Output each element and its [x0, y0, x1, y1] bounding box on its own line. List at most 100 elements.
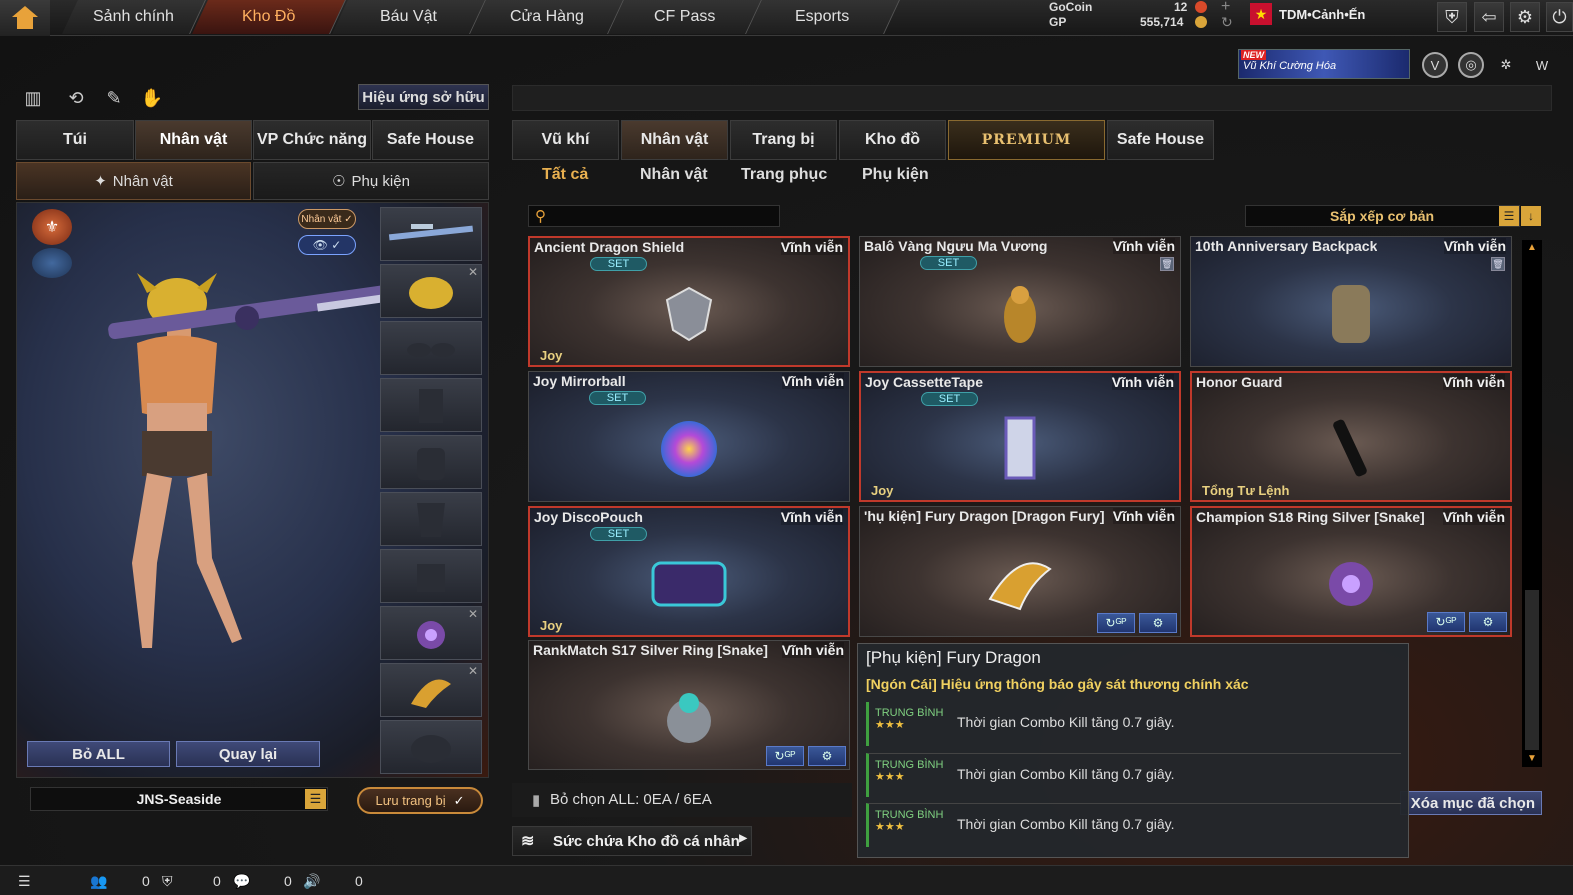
- preset-menu-icon[interactable]: ☰: [305, 789, 326, 809]
- clan-shield-icon[interactable]: ⛨: [162, 873, 173, 890]
- tab-premium[interactable]: PREMIUM: [948, 120, 1105, 160]
- subtab-outfits[interactable]: Trang phục: [741, 166, 827, 190]
- item-card[interactable]: Joy DiscoPouch Vĩnh viễn SET Joy: [528, 506, 850, 637]
- storage-capacity-button[interactable]: ≋ Sức chứa Kho đồ cá nhân ▶: [512, 826, 752, 856]
- tab-character[interactable]: Nhân vật: [135, 120, 252, 160]
- scroll-thumb[interactable]: [1525, 590, 1539, 750]
- slot-ring[interactable]: ✕: [380, 606, 482, 660]
- gp-refresh-button[interactable]: ↻ᴳᴾ: [1427, 612, 1465, 632]
- slot-empty[interactable]: [380, 720, 482, 774]
- delete-selected-button[interactable]: Xóa mục đã chọn: [1400, 791, 1542, 815]
- refresh-icon[interactable]: ↻: [1221, 14, 1233, 31]
- honor-guard-icon: [1333, 419, 1367, 477]
- slot-backpack[interactable]: [380, 435, 482, 489]
- character-edit-icon[interactable]: ✎: [101, 85, 127, 111]
- shield-icon[interactable]: ⛨: [1437, 2, 1467, 32]
- item-card[interactable]: 'hụ kiện] Fury Dragon [Dragon Fury] Vĩnh…: [859, 506, 1181, 637]
- tab-functional-items[interactable]: VP Chức năng: [253, 120, 371, 160]
- item-card[interactable]: Joy Mirrorball Vĩnh viễn SET: [528, 371, 850, 502]
- nav-tab-cf-pass[interactable]: CF Pass: [608, 0, 762, 34]
- wing-emblem-icon[interactable]: [32, 248, 72, 278]
- tab-equipment[interactable]: Trang bị: [730, 120, 837, 160]
- vip-icon[interactable]: V: [1422, 52, 1448, 78]
- subtab-accessory[interactable]: ☉ Phụ kiện: [253, 162, 489, 200]
- scroll-up-icon[interactable]: ▲: [1526, 242, 1538, 254]
- remove-icon[interactable]: ✕: [468, 607, 478, 621]
- tab-right-safe-house[interactable]: Safe House: [1107, 120, 1214, 160]
- eagle-emblem-icon[interactable]: ⚜: [32, 209, 72, 245]
- sort-list-icon[interactable]: ☰: [1499, 206, 1519, 226]
- power-icon[interactable]: ⏻: [1546, 2, 1573, 32]
- tab-character-items[interactable]: Nhân vật: [621, 120, 728, 160]
- scroll-down-icon[interactable]: ▼: [1526, 753, 1538, 765]
- back-button[interactable]: Quay lại: [176, 741, 320, 767]
- settings-button[interactable]: ⚙: [1139, 613, 1177, 633]
- nav-tab-lobby[interactable]: Sảnh chính: [62, 0, 206, 34]
- set-badge: SET: [590, 527, 647, 541]
- gear-icon[interactable]: ⚙: [1510, 2, 1540, 32]
- tooltip-title: [Phụ kiện] Fury Dragon: [866, 648, 1041, 667]
- exit-icon[interactable]: ⇦: [1474, 2, 1504, 32]
- history-icon[interactable]: ⟲: [63, 85, 89, 111]
- slot-thumb[interactable]: ✕: [380, 663, 482, 717]
- gp-refresh-button[interactable]: ↻ᴳᴾ: [766, 746, 804, 766]
- tab-storage[interactable]: Kho đồ: [839, 120, 946, 160]
- item-card[interactable]: Joy CassetteTape Vĩnh viễn SET Joy: [859, 371, 1181, 502]
- chat-icon[interactable]: 💬: [233, 873, 250, 890]
- remove-all-button[interactable]: Bỏ ALL: [27, 741, 170, 767]
- subtab-all[interactable]: Tất cả: [542, 166, 588, 190]
- remove-icon[interactable]: ✕: [468, 664, 478, 678]
- trash-icon[interactable]: 🗑: [1160, 257, 1174, 271]
- w-logo-icon[interactable]: W: [1529, 52, 1555, 78]
- search-input[interactable]: ⚲: [528, 205, 780, 227]
- nav-tab-treasure[interactable]: Báu Vật: [332, 0, 486, 34]
- save-loadout-button[interactable]: Lưu trang bị ✓: [357, 787, 483, 814]
- nav-tab-esports[interactable]: Esports: [746, 0, 900, 34]
- slot-vest[interactable]: [380, 378, 482, 432]
- promo-banner[interactable]: NEW Vũ Khí Cường Hóa: [1238, 49, 1410, 79]
- item-card[interactable]: Champion S18 Ring Silver [Snake] Vĩnh vi…: [1190, 506, 1512, 637]
- remove-icon[interactable]: ✕: [468, 265, 478, 279]
- eye-toggle-badge[interactable]: 👁 ✓: [298, 235, 356, 255]
- slot-helmet[interactable]: ✕: [380, 264, 482, 318]
- ownership-effect-button[interactable]: Hiệu ứng sở hữu: [358, 84, 489, 110]
- home-button[interactable]: [0, 0, 50, 36]
- user-name[interactable]: TDM•Cảnh•Ến: [1279, 7, 1365, 22]
- item-card[interactable]: Balô Vàng Ngưu Ma Vương Vĩnh viễn SET 🗑: [859, 236, 1181, 367]
- slot-glasses[interactable]: [380, 321, 482, 375]
- preset-name-field[interactable]: JNS-Seaside: [30, 787, 328, 811]
- gp-refresh-button[interactable]: ↻ᴳᴾ: [1097, 613, 1135, 633]
- set-badge: SET: [590, 257, 647, 271]
- expand-arrow-icon: ▶: [739, 833, 747, 844]
- globe-icon[interactable]: ◎: [1458, 52, 1484, 78]
- trash-icon[interactable]: 🗑: [1491, 257, 1505, 271]
- friends-icon[interactable]: 👥: [90, 873, 107, 890]
- tab-safe-house[interactable]: Safe House: [372, 120, 489, 160]
- slot-pants[interactable]: [380, 549, 482, 603]
- item-card[interactable]: Honor Guard Vĩnh viễn Tổng Tư Lệnh: [1190, 371, 1512, 502]
- sort-dropdown[interactable]: Sắp xếp cơ bản: [1245, 205, 1520, 227]
- items-scrollbar[interactable]: ▲ ▼: [1522, 240, 1542, 767]
- list-icon[interactable]: ☰: [18, 873, 31, 890]
- tab-weapons[interactable]: Vũ khí: [512, 120, 619, 160]
- subtab-accessories[interactable]: Phụ kiện: [862, 166, 929, 190]
- hand-icon[interactable]: ✋: [139, 85, 165, 111]
- character-visibility-badge[interactable]: Nhân vật ✓: [298, 209, 356, 229]
- nav-tab-shop[interactable]: Cửa Hàng: [470, 0, 624, 34]
- ranking-icon[interactable]: ▥: [20, 85, 46, 111]
- subtab-character[interactable]: ✦ Nhân vật: [16, 162, 251, 200]
- item-card[interactable]: RankMatch S17 Silver Ring [Snake] Vĩnh v…: [528, 640, 850, 770]
- item-card[interactable]: 10th Anniversary Backpack Vĩnh viễn 🗑: [1190, 236, 1512, 367]
- sort-direction-icon[interactable]: ↓: [1521, 206, 1541, 226]
- subtab-characters[interactable]: Nhân vật: [640, 166, 708, 190]
- settings-button[interactable]: ⚙: [808, 746, 846, 766]
- settings-button[interactable]: ⚙: [1469, 612, 1507, 632]
- nav-tab-inventory[interactable]: Kho Đồ: [192, 0, 346, 34]
- slot-weapon[interactable]: [380, 207, 482, 261]
- slot-armor[interactable]: [380, 492, 482, 546]
- speaker-icon[interactable]: 🔊: [303, 873, 320, 890]
- tab-bag[interactable]: Túi: [16, 120, 134, 160]
- item-card[interactable]: Ancient Dragon Shield Vĩnh viễn SET Joy: [528, 236, 850, 367]
- gp-value: 555,714: [1140, 15, 1184, 29]
- star-event-icon[interactable]: ✲: [1493, 52, 1519, 78]
